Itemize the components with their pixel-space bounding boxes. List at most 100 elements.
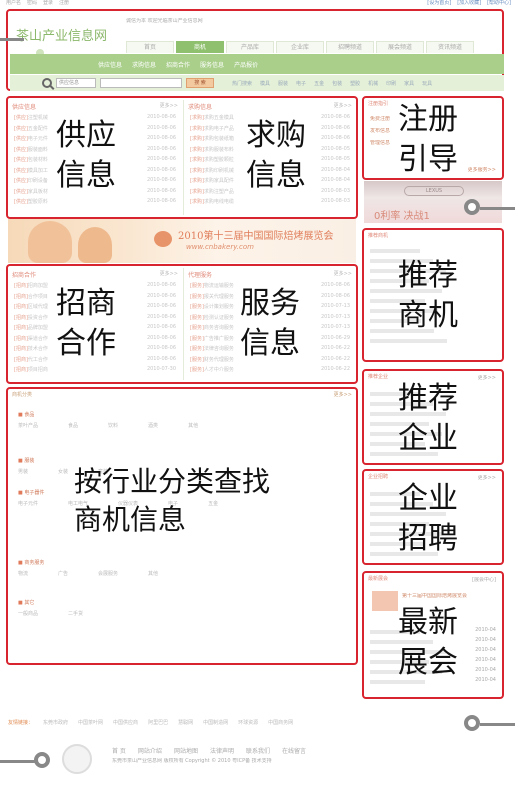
item-title[interactable]: 求购电线电缆: [204, 199, 234, 205]
item-title[interactable]: 求购电子产品: [204, 126, 234, 132]
item-title[interactable]: 求购五金模具: [204, 115, 234, 121]
register-more-link[interactable]: 更多服务>>: [468, 167, 496, 174]
item-title[interactable]: 检测认证服务: [204, 315, 234, 321]
service-more-link[interactable]: 更多>>: [334, 270, 352, 280]
hotword[interactable]: 模具: [260, 80, 270, 87]
hotword[interactable]: 包装: [332, 80, 342, 87]
lexus-ad[interactable]: LEXUS 0利率 决战1: [364, 181, 502, 223]
footer-link-legal[interactable]: 法律声明: [210, 746, 234, 755]
tab-business[interactable]: 商机: [176, 41, 224, 53]
list-item[interactable]: [服务]人才中介服务 2010-06-22: [190, 366, 350, 377]
friend-link[interactable]: 中国茶叶网: [78, 719, 103, 726]
item-title[interactable]: 印刷设备: [28, 178, 48, 184]
item-title[interactable]: 五金配件: [28, 126, 48, 132]
item-title[interactable]: 物流运输服务: [204, 283, 234, 289]
category-item[interactable]: 其他: [188, 422, 198, 429]
hotword[interactable]: 电子: [296, 80, 306, 87]
subnav-price[interactable]: 产品报价: [234, 60, 258, 69]
tab-jobs[interactable]: 招聘频道: [326, 41, 374, 53]
item-title[interactable]: 财务代理服务: [204, 357, 234, 363]
register-item[interactable]: 免费注册: [370, 116, 390, 128]
tab-home[interactable]: 首页: [126, 41, 174, 53]
item-title[interactable]: 法律咨询服务: [204, 346, 234, 352]
register-item[interactable]: 管理信息: [370, 140, 390, 152]
add-favorite-link[interactable]: [加入收藏]: [457, 0, 481, 8]
item-title[interactable]: 包装材料: [28, 157, 48, 163]
category-group-title[interactable]: ■ 商务服务: [18, 559, 158, 566]
search-button[interactable]: 搜 索: [186, 78, 214, 88]
category-item[interactable]: 一般商品: [18, 610, 38, 617]
category-group-title[interactable]: ■ 其它: [18, 599, 83, 606]
category-item[interactable]: 物流: [18, 570, 28, 577]
hotword[interactable]: 印刷: [386, 80, 396, 87]
item-title[interactable]: 报关代理服务: [204, 294, 234, 300]
item-title[interactable]: 招商加盟: [28, 283, 48, 289]
tab-companies[interactable]: 企业库: [276, 41, 324, 53]
item-title[interactable]: 模具加工: [28, 168, 48, 174]
item-title[interactable]: 服装面料: [28, 147, 48, 153]
item-title[interactable]: 求购家具配件: [204, 178, 234, 184]
item-title[interactable]: 注塑机械: [28, 115, 48, 121]
item-title[interactable]: 广告推广服务: [204, 336, 234, 342]
subnav-supply[interactable]: 供应信息: [98, 60, 122, 69]
item-title[interactable]: 渠道合作: [28, 336, 48, 342]
recommend-company-more-link[interactable]: 更多>>: [478, 375, 496, 382]
category-item[interactable]: 茶叶产品: [18, 422, 38, 429]
item-title[interactable]: 求购印刷机械: [204, 168, 234, 174]
register-link[interactable]: 注册: [59, 0, 69, 8]
search-category-select[interactable]: 供应信息: [56, 78, 96, 88]
friend-link[interactable]: 阿里巴巴: [148, 719, 168, 726]
category-more-link[interactable]: 更多>>: [334, 391, 352, 401]
item-title[interactable]: 代工合作: [28, 357, 48, 363]
category-group-name[interactable]: 食品: [24, 412, 34, 418]
friend-link[interactable]: 中国商务网: [268, 719, 293, 726]
category-item[interactable]: 食品: [68, 422, 78, 429]
subnav-invest[interactable]: 招商合作: [166, 60, 190, 69]
supply-more-link[interactable]: 更多>>: [160, 102, 178, 112]
footer-link-contact[interactable]: 联系我们: [246, 746, 270, 755]
item-title[interactable]: 求购服装布料: [204, 147, 234, 153]
tab-news[interactable]: 资讯频道: [426, 41, 474, 53]
invest-more-link[interactable]: 更多>>: [160, 270, 178, 280]
friend-link[interactable]: 中国制造网: [203, 719, 228, 726]
expo-center-link[interactable]: [展会中心]: [472, 577, 496, 584]
item-title[interactable]: 设计策划服务: [204, 304, 234, 310]
list-item[interactable]: [求购]求购电线电缆 2010-08-03: [190, 198, 350, 209]
category-group-name[interactable]: 电子器件: [24, 490, 44, 496]
hotword[interactable]: 家具: [404, 80, 414, 87]
footer-link-home[interactable]: 首 页: [112, 746, 126, 755]
item-title[interactable]: 品牌加盟: [28, 325, 48, 331]
category-group-name[interactable]: 商务服务: [24, 560, 44, 566]
item-title[interactable]: 塑胶原料: [28, 199, 48, 205]
item-title[interactable]: 投资合作: [28, 315, 48, 321]
category-group-title[interactable]: ■ 食品: [18, 411, 198, 418]
hotword[interactable]: 玩具: [422, 80, 432, 87]
expo-feature-title[interactable]: 第十三届中国国际焙烤展览会: [402, 593, 498, 600]
friend-link[interactable]: 环球资源: [238, 719, 258, 726]
hotword[interactable]: 塑胶: [350, 80, 360, 87]
login-link[interactable]: 登录: [43, 0, 53, 8]
demand-more-link[interactable]: 更多>>: [334, 102, 352, 112]
item-title[interactable]: 求购塑胶颗粒: [204, 157, 234, 163]
subnav-demand[interactable]: 求购信息: [132, 60, 156, 69]
tab-products[interactable]: 产品库: [226, 41, 274, 53]
category-item[interactable]: 广告: [58, 570, 68, 577]
expo-thumbnail[interactable]: [372, 591, 398, 611]
item-title[interactable]: 求购注塑产品: [204, 189, 234, 195]
friend-link[interactable]: 慧聪网: [178, 719, 193, 726]
category-item[interactable]: 会展服务: [98, 570, 118, 577]
list-item[interactable]: [370, 336, 496, 346]
hotword[interactable]: 服装: [278, 80, 288, 87]
footer-link-about[interactable]: 网站介绍: [138, 746, 162, 755]
hotword[interactable]: 五金: [314, 80, 324, 87]
item-title[interactable]: 合作项目: [28, 294, 48, 300]
expo-banner[interactable]: 2010第十三届中国国际焙烤展览会 www.cnbakery.com: [8, 219, 356, 263]
item-title[interactable]: 电子元件: [28, 136, 48, 142]
category-item[interactable]: 男装: [18, 468, 28, 475]
item-title[interactable]: 求购包装纸箱: [204, 136, 234, 142]
set-homepage-link[interactable]: [设为首页]: [427, 0, 451, 8]
category-item[interactable]: 电子元件: [18, 500, 38, 507]
list-item[interactable]: [供应]塑胶原料 2010-08-06: [14, 198, 176, 209]
friend-link[interactable]: 东莞市政府: [43, 719, 68, 726]
search-input[interactable]: [100, 78, 182, 88]
